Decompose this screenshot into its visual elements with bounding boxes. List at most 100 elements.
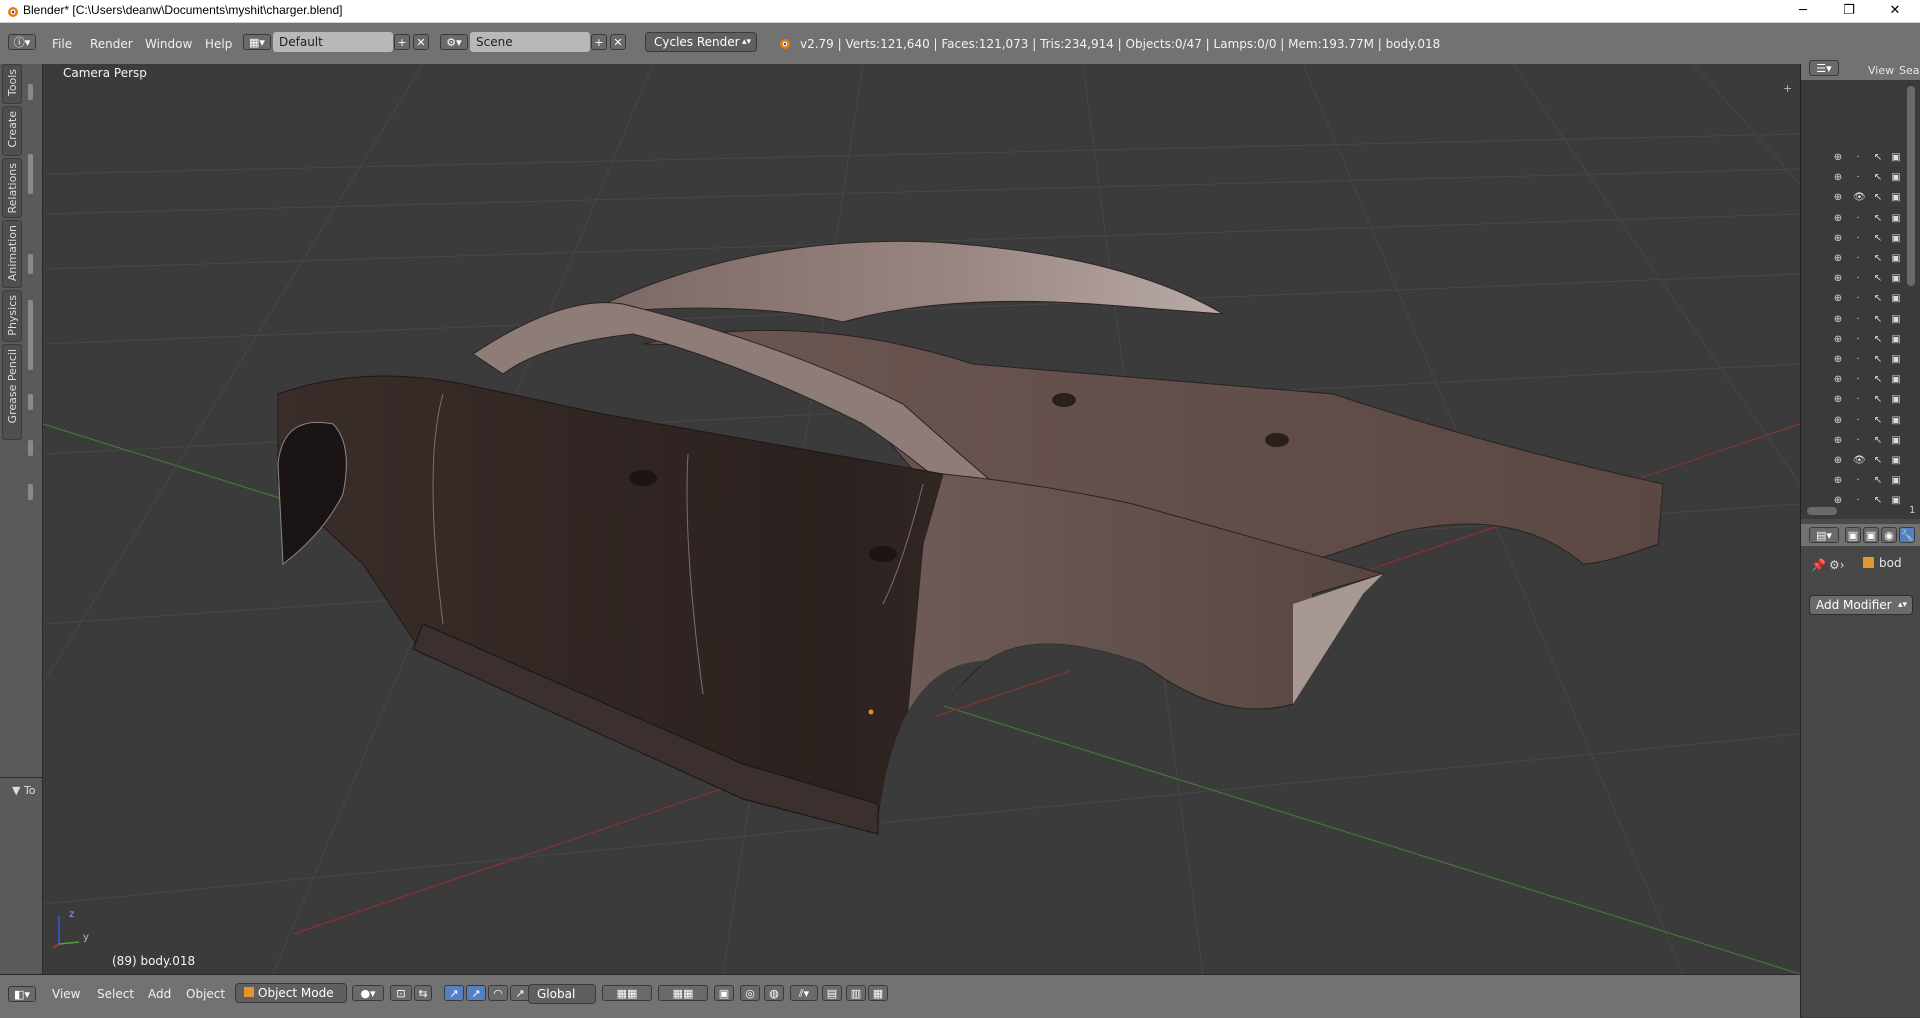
outliner-editor-icon[interactable]: ☰▾ (1809, 60, 1839, 76)
pin-icon[interactable]: 📌 (1811, 558, 1826, 572)
outliner-expand-icon[interactable]: ⊕ (1833, 274, 1843, 284)
outliner-expand-icon[interactable]: ⊕ (1833, 153, 1843, 163)
visibility-eye-icon[interactable]: · (1853, 254, 1863, 264)
visibility-eye-icon[interactable]: · (1853, 435, 1863, 446)
tab-tools[interactable]: Tools (2, 64, 22, 104)
selectable-cursor-icon[interactable]: ↖ (1873, 233, 1883, 244)
render-camera-icon[interactable]: ▣ (1891, 173, 1901, 183)
selectable-cursor-icon[interactable]: ↖ (1873, 173, 1883, 183)
rotate-icon[interactable]: ◠ (488, 985, 508, 1001)
outliner-expand-icon[interactable]: ⊕ (1833, 193, 1843, 203)
outliner-expand-icon[interactable]: ⊕ (1833, 294, 1843, 304)
outliner-expand-icon[interactable]: ⊕ (1833, 314, 1843, 325)
visibility-eye-icon[interactable]: · (1853, 213, 1863, 224)
translate-manipulator-icon[interactable]: ↗ (444, 985, 464, 1001)
outliner-expand-icon[interactable]: ⊕ (1833, 435, 1843, 446)
tab-physics[interactable]: Physics (2, 290, 22, 342)
editor-type-3d-icon[interactable]: ◧▾ (8, 986, 36, 1002)
tab-create[interactable]: Create (2, 106, 22, 156)
selectable-cursor-icon[interactable]: ↖ (1873, 213, 1883, 224)
render-camera-icon[interactable]: ▣ (1891, 496, 1901, 506)
outliner[interactable]: ☰▾ View Sear 1 ⊕ · ↖ ▣ ⊕ · ↖ ▣ ⊕ 👁 ↖ ▣ ⊕ · ↖ ▣ ⊕ · ↖ ▣ ⊕ · ↖ ▣ ⊕… (1801, 58, 1920, 519)
minimize-button[interactable]: ─ (1780, 0, 1826, 22)
outliner-scrollbar[interactable] (1907, 86, 1915, 286)
menu-window[interactable]: Window (145, 37, 192, 51)
selectable-cursor-icon[interactable]: ↖ (1873, 153, 1883, 163)
orientation-dropdown[interactable]: Global (528, 984, 596, 1004)
render-camera-icon[interactable]: ▣ (1891, 456, 1901, 466)
outliner-expand-icon[interactable]: ⊕ (1833, 375, 1843, 385)
shelf-scroll-handle[interactable] (28, 154, 33, 194)
tab-animation[interactable]: Animation (2, 220, 22, 288)
close-button[interactable]: ✕ (1872, 0, 1918, 22)
add-scene-icon[interactable]: + (591, 34, 607, 50)
shelf-scroll-handle[interactable] (28, 300, 33, 370)
animation-render-icon[interactable]: ▦ (868, 985, 888, 1001)
visibility-eye-icon[interactable]: · (1853, 294, 1863, 304)
selectable-cursor-icon[interactable]: ↖ (1873, 294, 1883, 304)
visibility-eye-icon[interactable]: · (1853, 314, 1863, 325)
visibility-eye-icon[interactable]: · (1853, 375, 1863, 385)
menu-view[interactable]: View (52, 987, 80, 1001)
object-origin[interactable] (868, 709, 874, 715)
visibility-eye-icon[interactable]: 👁 (1853, 193, 1866, 203)
selectable-cursor-icon[interactable]: ↖ (1873, 476, 1883, 486)
menu-add[interactable]: Add (148, 987, 171, 1001)
render-camera-icon[interactable]: ▣ (1891, 294, 1901, 304)
render-camera-icon[interactable]: ▣ (1891, 314, 1901, 325)
visibility-eye-icon[interactable]: · (1853, 355, 1863, 365)
screen-layout-icon[interactable]: ▦▾ (243, 34, 271, 50)
properties-editor-icon[interactable]: ▤▾ (1809, 527, 1839, 543)
menu-help[interactable]: Help (205, 37, 232, 51)
screen-layout-field[interactable]: Default (273, 32, 393, 52)
selectable-cursor-icon[interactable]: ↖ (1873, 415, 1883, 426)
shelf-scroll-handle[interactable] (28, 394, 33, 410)
selectable-cursor-icon[interactable]: ↖ (1873, 193, 1883, 203)
shelf-scroll-handle[interactable] (28, 440, 33, 456)
layers-icon[interactable]: ▦▦ (602, 985, 652, 1001)
translate-icon[interactable]: ↗ (466, 985, 486, 1001)
menu-select[interactable]: Select (97, 987, 134, 1001)
shelf-scroll-handle[interactable] (28, 84, 33, 100)
world-tab-icon[interactable]: ◉ (1881, 527, 1897, 543)
render-camera-icon[interactable]: ▣ (1891, 254, 1901, 264)
visibility-eye-icon[interactable]: · (1853, 395, 1863, 405)
outliner-expand-icon[interactable]: ⊕ (1833, 476, 1843, 486)
render-engine-dropdown[interactable]: Cycles Render ▴▾ (645, 32, 757, 52)
modifier-tab-icon[interactable]: 🔧 (1899, 527, 1915, 543)
render-camera-icon[interactable]: ▣ (1891, 375, 1901, 385)
layers-icon[interactable]: ▦▦ (658, 985, 708, 1001)
outliner-view-menu[interactable]: View (1868, 64, 1894, 77)
scale-icon[interactable]: ↗ (510, 985, 530, 1001)
outliner-expand-icon[interactable]: ⊕ (1833, 355, 1843, 365)
selectable-cursor-icon[interactable]: ↖ (1873, 274, 1883, 284)
editor-type-info-icon[interactable]: ⓘ▾ (8, 34, 36, 50)
pivot-point-icon[interactable]: ⊡ (390, 985, 412, 1001)
snap-element-icon[interactable]: ⫽▾ (790, 985, 818, 1001)
outliner-expand-icon[interactable]: ⊕ (1833, 233, 1843, 244)
lock-layer-icon[interactable]: ▣ (714, 985, 734, 1001)
outliner-expand-icon[interactable]: ⊕ (1833, 496, 1843, 506)
3d-viewport[interactable]: Camera Persp (89) body.018 z y + (43, 64, 1800, 974)
selectable-cursor-icon[interactable]: ↖ (1873, 456, 1883, 466)
shelf-scroll-handle[interactable] (28, 484, 33, 500)
visibility-eye-icon[interactable]: · (1853, 153, 1863, 163)
visibility-eye-icon[interactable]: · (1853, 476, 1863, 486)
manipulator-icon[interactable]: ⇆ (414, 985, 432, 1001)
render-tab-icon[interactable]: ▣ (1845, 527, 1861, 543)
outliner-expand-icon[interactable]: ⊕ (1833, 395, 1843, 405)
visibility-eye-icon[interactable]: · (1853, 415, 1863, 426)
menu-file[interactable]: File (52, 37, 72, 51)
proportional-edit-icon[interactable]: ◎ (740, 985, 760, 1001)
remove-scene-icon[interactable]: ✕ (610, 34, 626, 50)
maximize-button[interactable]: ❐ (1826, 0, 1872, 22)
scene-icon[interactable]: ⚙▾ (440, 34, 468, 50)
mode-dropdown[interactable]: Object Mode (235, 983, 347, 1003)
selectable-cursor-icon[interactable]: ↖ (1873, 395, 1883, 405)
operator-panel-toggle[interactable]: ▼ To (12, 784, 36, 797)
menu-object[interactable]: Object (186, 987, 225, 1001)
visibility-eye-icon[interactable]: · (1853, 496, 1863, 506)
visibility-eye-icon[interactable]: · (1853, 233, 1863, 244)
outliner-expand-icon[interactable]: ⊕ (1833, 213, 1843, 224)
outliner-hscrollbar[interactable] (1807, 507, 1837, 515)
